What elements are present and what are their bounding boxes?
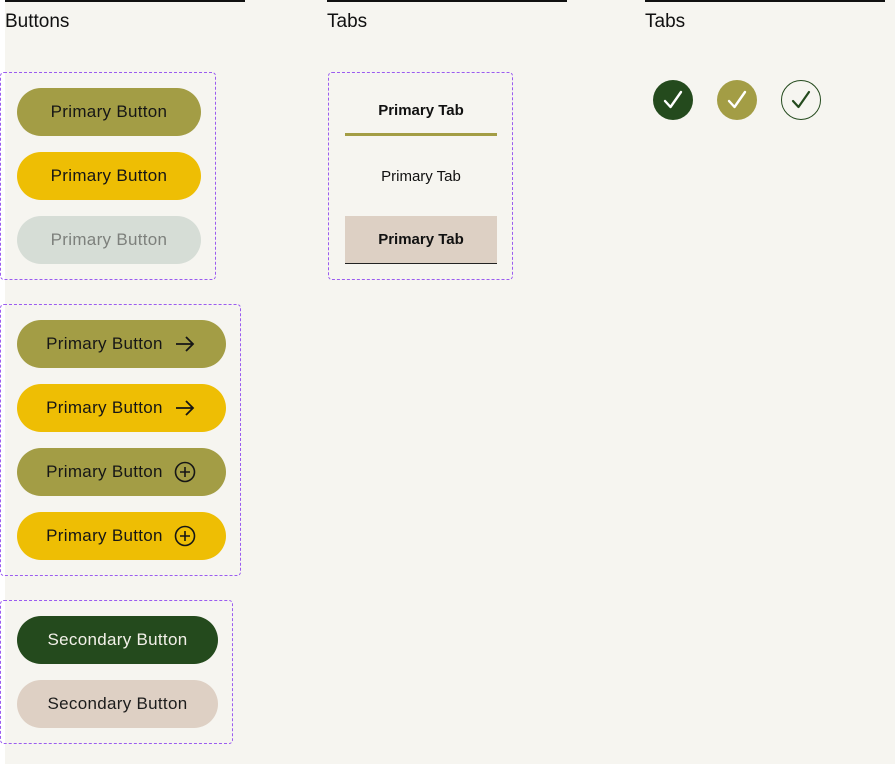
tabs-heading: Tabs [327,0,567,46]
tab-label: Primary Tab [378,102,464,119]
icon-button-group: Primary Button Primary Button Primary Bu… [0,304,241,576]
secondary-button-light[interactable]: Secondary Button [17,680,218,728]
tab-active[interactable]: Primary Tab [345,88,497,136]
button-label: Primary Button [50,166,168,185]
primary-button-group: Primary Button Primary Button Primary Bu… [0,72,216,280]
button-label: Primary Button [46,526,163,545]
tab-label: Primary Tab [381,167,461,185]
primary-button-plus[interactable]: Primary Button [17,448,226,496]
tabs-group: Primary Tab Primary Tab Primary Tab [328,72,513,280]
button-label: Primary Button [46,334,163,353]
tab-default[interactable]: Primary Tab [345,152,497,200]
check-icon [791,90,811,109]
primary-button-default[interactable]: Primary Button [17,88,201,136]
primary-button-plus-hover[interactable]: Primary Button [17,512,226,560]
primary-button-hover[interactable]: Primary Button [17,152,201,200]
button-label: Primary Button [46,398,163,417]
tab-label: Primary Tab [378,231,464,248]
button-label: Secondary Button [47,694,188,713]
check-icon [727,90,747,109]
secondary-button-dark[interactable]: Secondary Button [17,616,218,664]
checks-heading: Tabs [645,0,885,46]
plus-circle-icon [173,524,197,548]
primary-button-disabled[interactable]: Primary Button [17,216,201,264]
plus-circle-icon [173,460,197,484]
check-outline[interactable] [781,80,821,120]
button-label: Primary Button [50,102,168,121]
check-filled-olive[interactable] [717,80,757,120]
primary-button-arrow[interactable]: Primary Button [17,320,226,368]
check-filled-dark[interactable] [653,80,693,120]
secondary-button-group: Secondary Button Secondary Button [0,600,233,744]
check-icon [663,90,683,109]
button-label: Primary Button [46,462,163,481]
primary-button-arrow-hover[interactable]: Primary Button [17,384,226,432]
design-canvas: Buttons Tabs Tabs Primary Button Primary… [0,0,895,764]
tab-selected[interactable]: Primary Tab [345,216,497,264]
arrow-right-icon [173,396,197,420]
arrow-right-icon [173,332,197,356]
buttons-heading: Buttons [5,0,245,46]
button-label: Primary Button [50,230,168,249]
button-label: Secondary Button [47,630,188,649]
